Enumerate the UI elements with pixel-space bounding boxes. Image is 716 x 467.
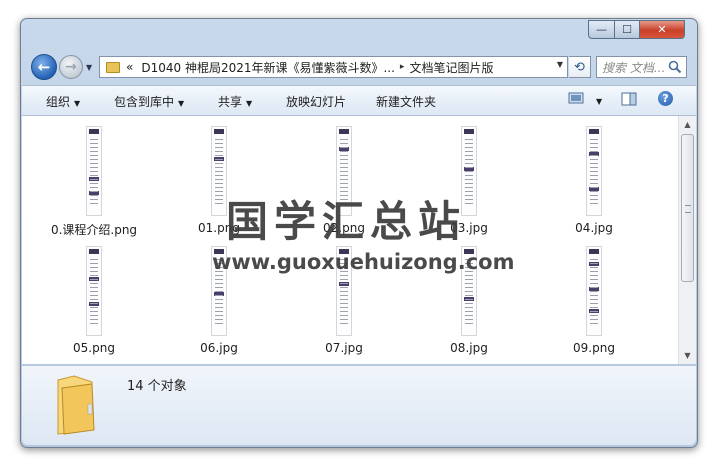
preview-pane-button[interactable] bbox=[621, 92, 637, 109]
image-thumbnail bbox=[86, 246, 102, 336]
refresh-icon: ⟲ bbox=[574, 59, 585, 75]
chevron-down-icon: ▼ bbox=[74, 99, 81, 108]
file-item[interactable]: 07.jpg bbox=[289, 246, 399, 355]
folder-icon bbox=[106, 61, 120, 73]
recent-pages-dropdown-icon[interactable]: ▼ bbox=[86, 63, 92, 72]
file-item[interactable]: 02.png bbox=[289, 126, 399, 235]
maximize-button[interactable]: ☐ bbox=[614, 20, 640, 39]
vertical-scrollbar[interactable]: ▲ ▼ bbox=[678, 116, 696, 364]
scroll-up-icon[interactable]: ▲ bbox=[679, 116, 696, 133]
image-thumbnail bbox=[336, 126, 352, 216]
back-button[interactable]: ← bbox=[31, 54, 57, 80]
image-thumbnail bbox=[211, 246, 227, 336]
close-button[interactable]: ✕ bbox=[639, 20, 685, 39]
search-icon[interactable] bbox=[668, 60, 682, 74]
image-thumbnail bbox=[461, 246, 477, 336]
image-thumbnail bbox=[211, 126, 227, 216]
file-item[interactable]: 05.png bbox=[39, 246, 149, 355]
file-item[interactable]: 0.课程介绍.png bbox=[39, 126, 149, 238]
file-item[interactable]: 01.png bbox=[164, 126, 274, 235]
chevron-down-icon: ▼ bbox=[178, 99, 185, 108]
new-folder-button[interactable]: 新建文件夹 bbox=[376, 93, 436, 110]
breadcrumb-current-folder[interactable]: 文档笔记图片版 bbox=[409, 59, 493, 76]
file-item[interactable]: 03.jpg bbox=[414, 126, 524, 235]
breadcrumb-separator-icon[interactable]: ▸ bbox=[400, 62, 405, 72]
search-input[interactable]: 搜索 文档... bbox=[596, 56, 687, 78]
search-placeholder: 搜索 文档... bbox=[602, 60, 666, 75]
change-view-button[interactable] bbox=[568, 92, 584, 107]
include-in-library-menu[interactable]: 包含到库中 ▼ bbox=[114, 93, 184, 110]
breadcrumb-overflow[interactable]: « bbox=[126, 60, 133, 74]
share-menu[interactable]: 共享 ▼ bbox=[218, 93, 252, 110]
view-icon bbox=[568, 92, 584, 104]
object-count: 14 个对象 bbox=[127, 379, 187, 394]
explorer-window: — ☐ ✕ ← → ▼ « D1040 神棍局2021年新课《易懂紫薇斗数》..… bbox=[20, 18, 698, 448]
image-thumbnail bbox=[586, 246, 602, 336]
file-list: 0.课程介绍.png 01.png 02.png 03.jpg 04.jpg 0… bbox=[22, 116, 678, 364]
preview-pane-icon bbox=[621, 92, 637, 106]
organize-menu[interactable]: 组织 ▼ bbox=[46, 93, 80, 110]
image-thumbnail bbox=[461, 126, 477, 216]
image-thumbnail bbox=[86, 126, 102, 216]
file-item[interactable]: 06.jpg bbox=[164, 246, 274, 355]
address-bar[interactable]: « D1040 神棍局2021年新课《易懂紫薇斗数》... ▸ 文档笔记图片版 … bbox=[99, 56, 568, 78]
forward-button[interactable]: → bbox=[59, 55, 83, 79]
minimize-button[interactable]: — bbox=[588, 20, 615, 39]
grip-icon bbox=[685, 205, 691, 213]
chevron-down-icon: ▼ bbox=[246, 99, 253, 108]
command-bar: 组织 ▼ 包含到库中 ▼ 共享 ▼ 放映幻灯片 新建文件夹 ▼ ? bbox=[22, 85, 696, 116]
view-options-dropdown-icon[interactable]: ▼ bbox=[592, 93, 602, 107]
details-pane: 14 个对象 bbox=[22, 365, 696, 445]
slideshow-button[interactable]: 放映幻灯片 bbox=[286, 93, 346, 110]
image-thumbnail bbox=[586, 126, 602, 216]
image-thumbnail bbox=[336, 246, 352, 336]
help-icon: ? bbox=[658, 91, 673, 106]
refresh-button[interactable]: ⟲ bbox=[569, 56, 591, 78]
address-dropdown-icon[interactable]: ▼ bbox=[557, 60, 563, 69]
file-item[interactable]: 09.png bbox=[539, 246, 649, 355]
forward-arrow-icon: → bbox=[65, 59, 77, 75]
breadcrumb-parent-folder[interactable]: D1040 神棍局2021年新课《易懂紫薇斗数》... bbox=[141, 59, 395, 76]
scroll-down-icon[interactable]: ▼ bbox=[679, 347, 696, 364]
scrollbar-thumb[interactable] bbox=[681, 134, 694, 282]
file-item[interactable]: 04.jpg bbox=[539, 126, 649, 235]
help-button[interactable]: ? bbox=[658, 91, 673, 106]
folder-icon bbox=[57, 375, 95, 435]
file-item[interactable]: 08.jpg bbox=[414, 246, 524, 355]
back-arrow-icon: ← bbox=[37, 58, 51, 76]
